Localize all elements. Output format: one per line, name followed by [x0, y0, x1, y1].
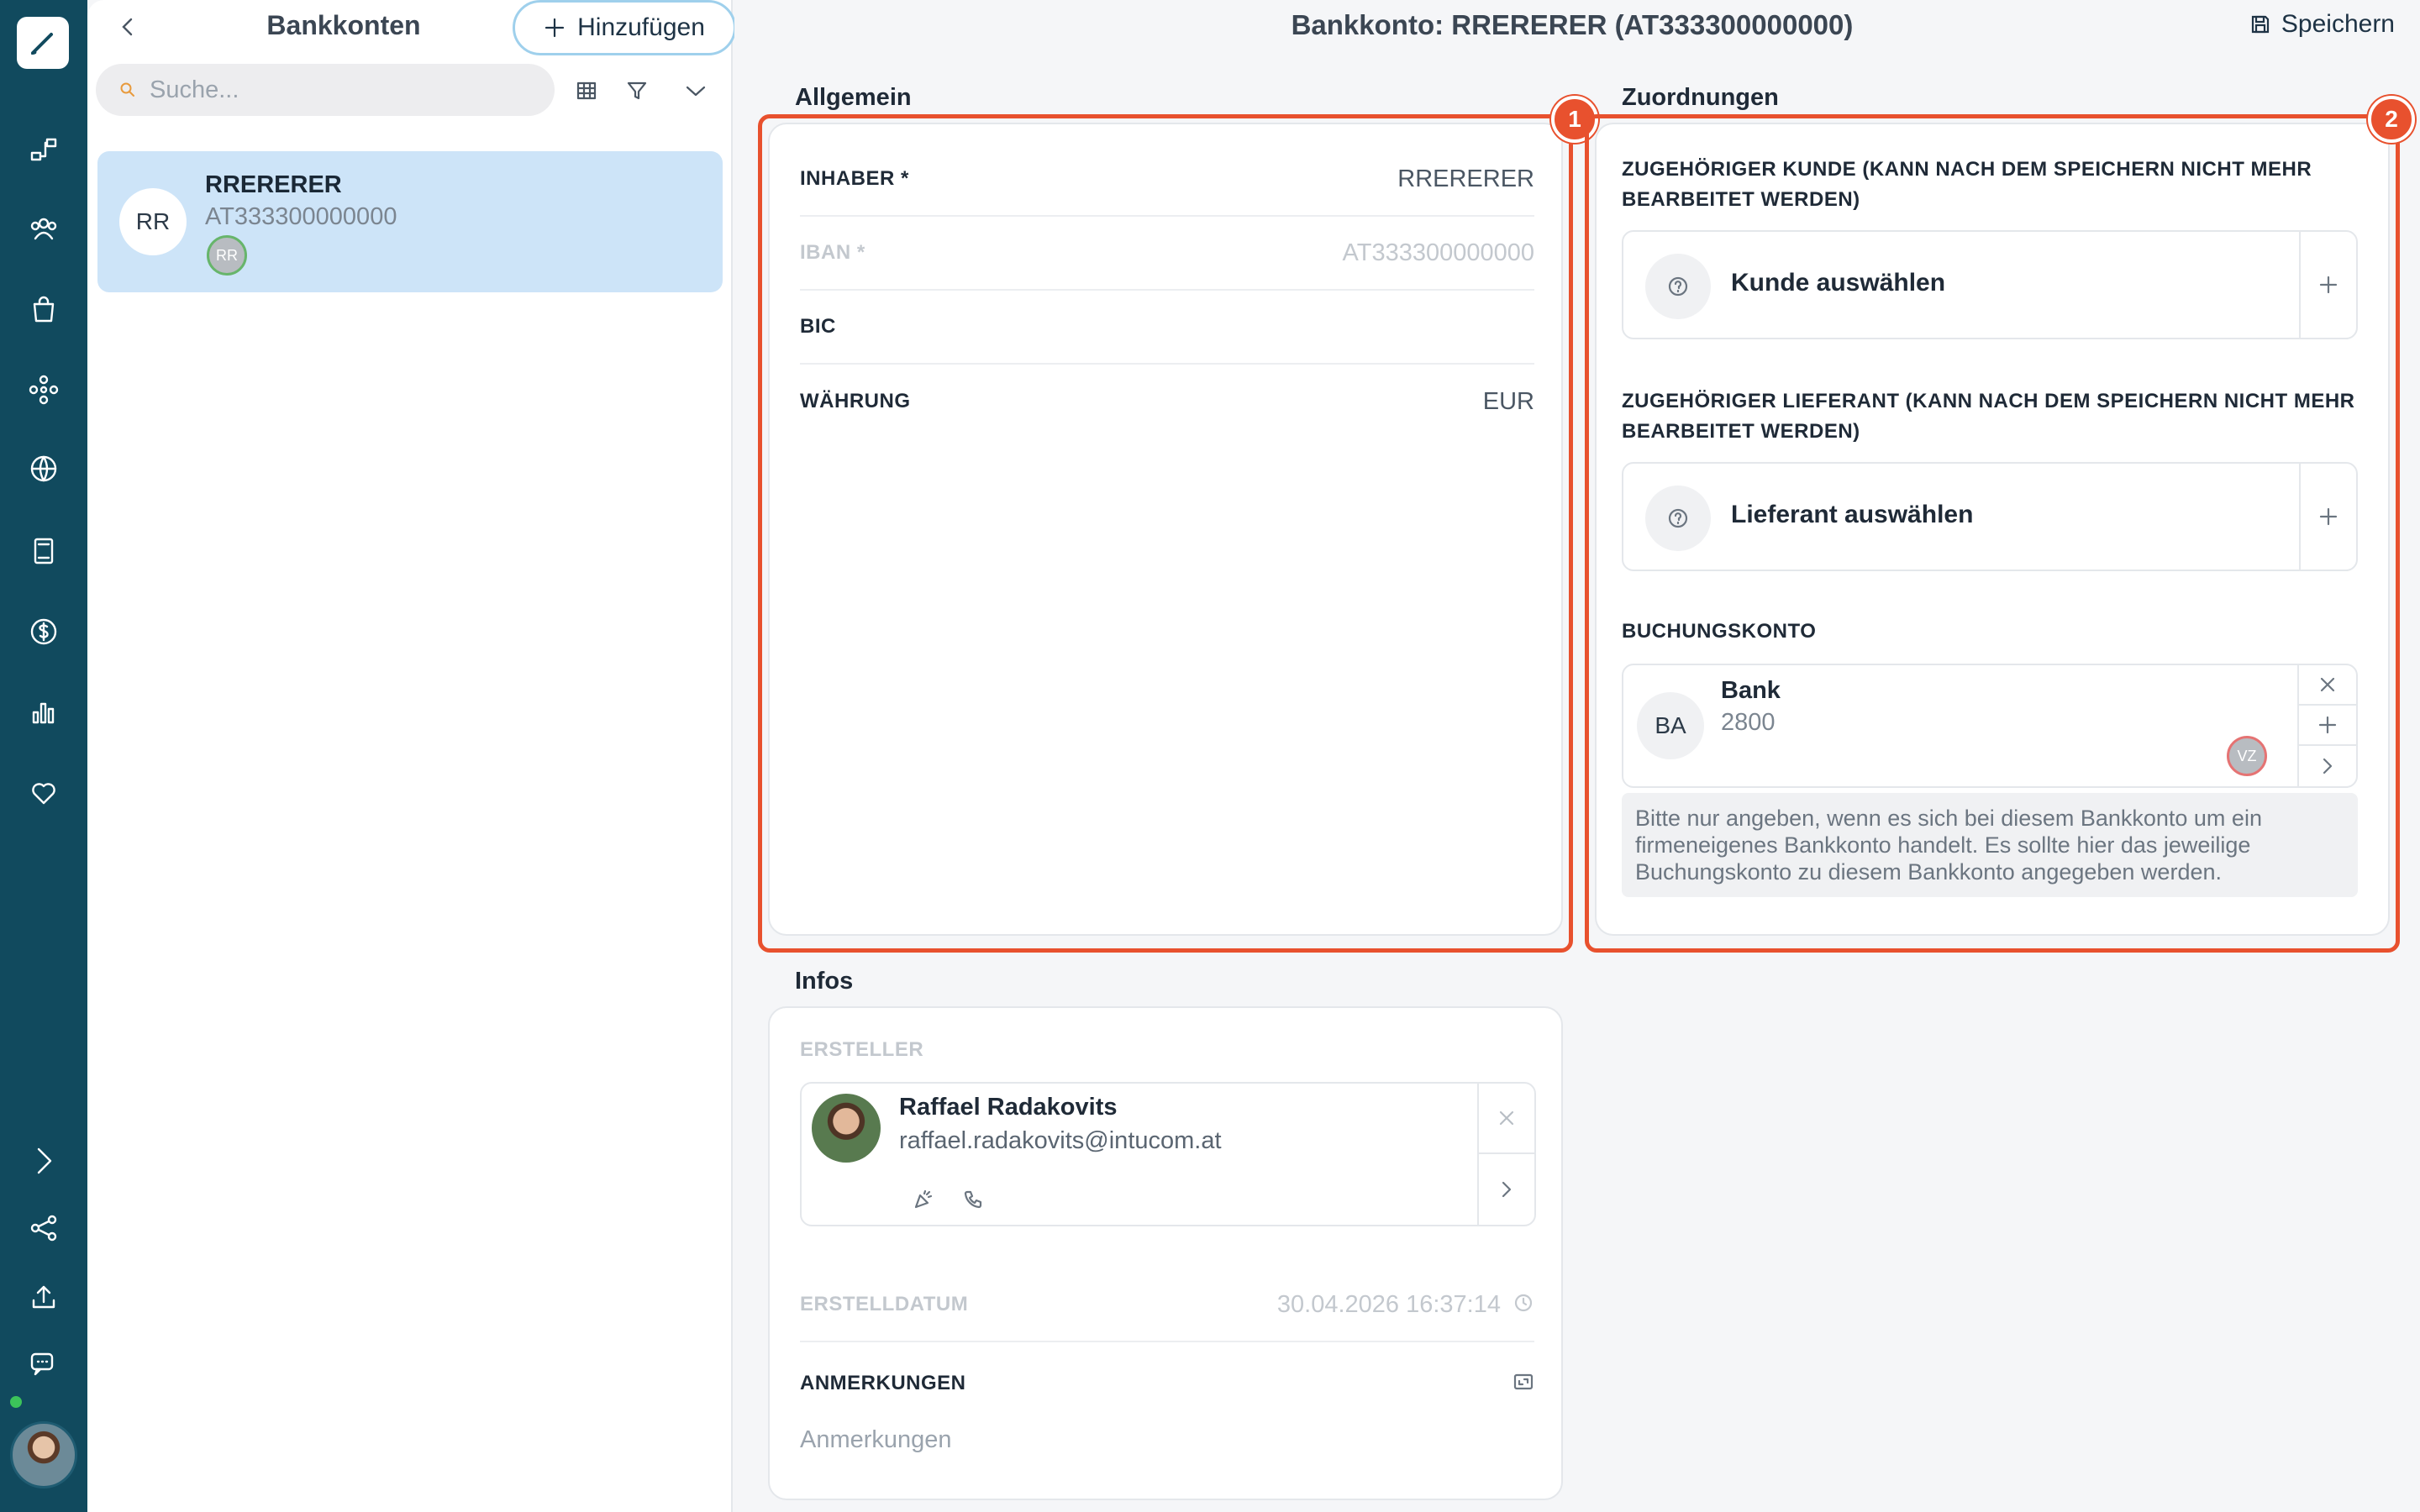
- add-button-label: Hinzufügen: [577, 13, 705, 41]
- share-icon[interactable]: [22, 1206, 66, 1250]
- highlight-box-1: [758, 114, 1573, 953]
- filter-icon[interactable]: [620, 74, 654, 108]
- table-view-icon[interactable]: [570, 74, 603, 108]
- back-chevron-icon[interactable]: [111, 10, 145, 44]
- marker-2: 2: [2368, 96, 2415, 143]
- notes-label: ANMERKUNGEN: [800, 1372, 966, 1394]
- page-title: Bankkonto: RRERERER (AT333300000000): [1291, 9, 1854, 40]
- book-icon[interactable]: [22, 529, 66, 573]
- save-button[interactable]: Speichern: [2249, 10, 2395, 39]
- notes-input[interactable]: Anmerkungen: [800, 1426, 952, 1454]
- expand-editor-icon[interactable]: [1512, 1371, 1534, 1397]
- users-icon[interactable]: [22, 207, 66, 250]
- list-item[interactable]: RR RRERERER AT333300000000 RR: [97, 151, 723, 292]
- bar-chart-icon[interactable]: [22, 690, 66, 734]
- online-status-indicator: [8, 1394, 24, 1410]
- notes-header: ANMERKUNGEN: [800, 1354, 1534, 1413]
- avatar: RR: [119, 188, 187, 255]
- creator-card[interactable]: Raffael Radakovits raffael.radakovits@in…: [800, 1082, 1536, 1226]
- save-button-label: Speichern: [2281, 10, 2395, 38]
- detail-view: Bankkonto: RRERERER (AT333300000000) Spe…: [734, 0, 2420, 1512]
- network-icon[interactable]: [22, 368, 66, 412]
- open-chevron-right-icon[interactable]: [1479, 1154, 1534, 1225]
- created-date-value: 30.04.2026 16:37:14: [1276, 1290, 1501, 1318]
- search-box[interactable]: [96, 64, 555, 116]
- list-title: Bankkonten: [266, 10, 421, 40]
- creator-label: ERSTELLER: [800, 1038, 924, 1061]
- plus-icon: [545, 18, 565, 38]
- search-input[interactable]: [150, 76, 519, 104]
- upload-icon[interactable]: [22, 1275, 66, 1319]
- chevron-down-icon[interactable]: [679, 74, 713, 108]
- globe-icon[interactable]: [22, 447, 66, 491]
- section-title-assignments: Zuordnungen: [1622, 84, 1779, 111]
- highlight-box-2: [1585, 114, 2400, 953]
- phone-icon[interactable]: [956, 1183, 990, 1216]
- clock-icon: [1512, 1292, 1534, 1318]
- dollar-icon[interactable]: [22, 610, 66, 654]
- brush-logo-icon[interactable]: [17, 17, 69, 69]
- chat-icon[interactable]: [22, 1342, 66, 1386]
- creator-name: Raffael Radakovits: [899, 1094, 1118, 1121]
- created-date-field: ERSTELLDATUM 30.04.2026 16:37:14: [800, 1268, 1534, 1342]
- creator-email: raffael.radakovits@intucom.at: [899, 1127, 1222, 1154]
- created-date-label: ERSTELLDATUM: [800, 1293, 969, 1315]
- section-title-infos: Infos: [795, 968, 854, 995]
- section-title-general: Allgemein: [795, 84, 912, 111]
- user-avatar[interactable]: [10, 1421, 77, 1488]
- creator-badge: RR: [207, 235, 247, 276]
- floppy-disk-icon: [2251, 15, 2270, 34]
- add-button[interactable]: Hinzufügen: [513, 0, 736, 55]
- list-item-iban: AT333300000000: [205, 203, 397, 230]
- nav-rail: [0, 0, 87, 1512]
- infos-card: ERSTELLER Raffael Radakovits raffael.rad…: [768, 1006, 1563, 1500]
- remove-close-icon[interactable]: [1479, 1084, 1534, 1154]
- shopping-bag-icon[interactable]: [22, 287, 66, 331]
- list-item-name: RRERERER: [205, 171, 342, 198]
- party-icon[interactable]: [906, 1183, 939, 1216]
- creator-photo: [812, 1094, 881, 1163]
- workflow-icon[interactable]: [22, 128, 66, 171]
- bank-accounts-list-panel: Bankkonten Hinzufügen RR RRERERER AT3333…: [87, 0, 736, 1512]
- chevron-right-icon[interactable]: [22, 1139, 66, 1183]
- search-icon: [120, 82, 134, 97]
- heart-icon[interactable]: [22, 771, 66, 815]
